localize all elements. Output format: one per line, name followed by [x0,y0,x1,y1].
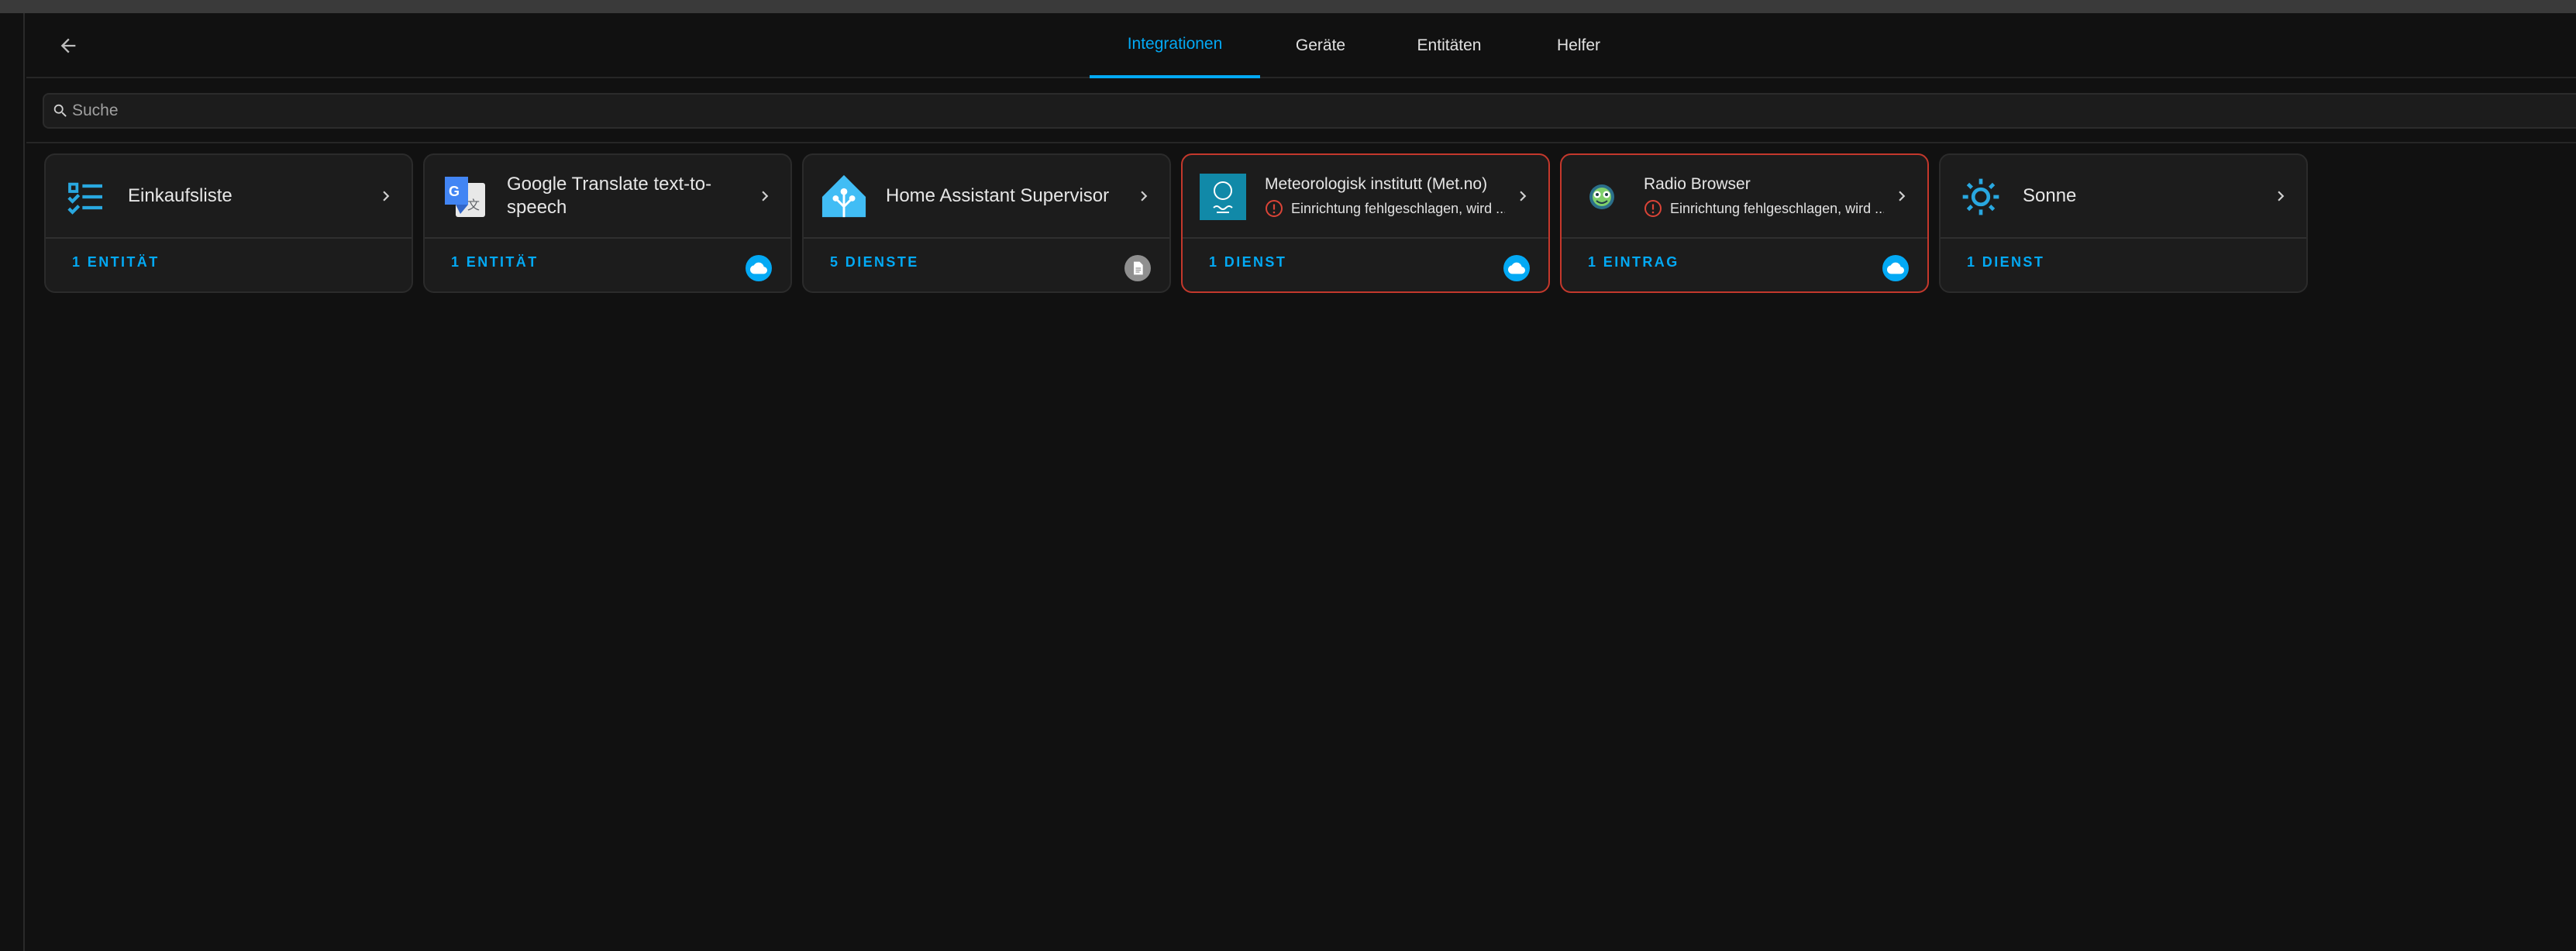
radio-browser-icon [1579,174,1625,220]
search-icon [50,101,71,121]
chevron-right-icon [2278,191,2285,202]
sun-icon [1958,174,2004,220]
tab-integrationen[interactable]: Integrationen [1090,13,1260,78]
search-field[interactable] [43,93,2576,129]
arrow-left-icon [60,38,76,53]
card-title: Home Assistant Supervisor [886,185,1110,206]
integration-card-sonne: Sonne 1 DIENST [1939,153,2308,293]
entries-link[interactable]: 1 EINTRAG [1588,254,1679,270]
error-message: Einrichtung fehlgeschlagen, wird ... [1265,199,1505,218]
chevron-right-icon [1899,191,1906,202]
card-header[interactable]: G 文 Google Translate text-to-speech [425,155,790,239]
alert-circle-icon [1266,200,1283,217]
alert-circle-icon [1644,200,1662,217]
services-link[interactable]: 5 DIENSTE [830,254,919,270]
window-top-strip [0,0,2576,13]
integration-card-einkaufsliste: Einkaufsliste 1 ENTITÄT [44,153,413,293]
chevron-right-icon [762,191,769,202]
chevron-right-icon [383,191,390,202]
card-title: Meteorologisk institutt (Met.no) [1265,175,1488,193]
cloud-icon [1503,255,1530,281]
card-title: Einkaufsliste [128,185,232,206]
tab-entitaeten[interactable]: Entitäten [1381,13,1517,78]
svg-text:文: 文 [467,198,480,212]
tab-bar: Integrationen Geräte Entitäten Helfer [1090,13,1640,78]
card-footer: 1 ENTITÄT [425,239,790,293]
chevron-right-icon [1520,191,1527,202]
search-input[interactable] [71,95,2576,126]
card-header[interactable]: Home Assistant Supervisor [804,155,1169,239]
card-footer: 1 EINTRAG [1562,239,1927,293]
entities-link[interactable]: 1 ENTITÄT [451,254,539,270]
card-header[interactable]: Meteorologisk institutt (Met.no) Einrich… [1183,155,1548,239]
google-translate-icon: G 文 [442,174,488,220]
integration-card-google-translate: G 文 Google Translate text-to-speech 1 EN… [423,153,792,293]
sidebar [0,13,25,951]
tab-helfer[interactable]: Helfer [1517,13,1640,78]
card-title: Radio Browser [1644,175,1751,193]
search-bar [26,78,2576,143]
card-title: Sonne [2023,185,2077,206]
chevron-right-icon [1141,191,1148,202]
svg-text:G: G [449,184,460,199]
cloud-icon [1882,255,1909,281]
back-button[interactable] [53,30,84,61]
integration-card-supervisor: Home Assistant Supervisor 5 DIENSTE [802,153,1171,293]
tab-geraete[interactable]: Geräte [1260,13,1381,78]
entities-link[interactable]: 1 ENTITÄT [72,254,160,270]
card-footer: 1 ENTITÄT [46,239,412,293]
card-header[interactable]: Einkaufsliste [46,155,412,239]
integration-card-radio-browser: Radio Browser Einrichtung fehlgeschlagen… [1560,153,1929,293]
card-title: Google Translate text-to-speech [507,174,712,218]
card-header[interactable]: Radio Browser Einrichtung fehlgeschlagen… [1562,155,1927,239]
card-footer: 5 DIENSTE [804,239,1169,293]
card-footer: 1 DIENST [1941,239,2306,293]
checklist-icon [63,174,109,220]
card-footer: 1 DIENST [1183,239,1548,293]
error-text: Einrichtung fehlgeschlagen, wird ... [1670,200,1884,216]
error-text: Einrichtung fehlgeschlagen, wird ... [1291,200,1505,216]
error-message: Einrichtung fehlgeschlagen, wird ... [1644,199,1884,218]
top-toolbar: Integrationen Geräte Entitäten Helfer [26,13,2576,78]
met-no-icon [1200,174,1246,220]
integration-card-met-no: Meteorologisk institutt (Met.no) Einrich… [1181,153,1550,293]
cloud-icon [746,255,772,281]
document-icon [1124,255,1151,281]
home-assistant-icon [821,174,867,220]
services-link[interactable]: 1 DIENST [1967,254,2044,270]
card-header[interactable]: Sonne [1941,155,2306,239]
services-link[interactable]: 1 DIENST [1209,254,1286,270]
